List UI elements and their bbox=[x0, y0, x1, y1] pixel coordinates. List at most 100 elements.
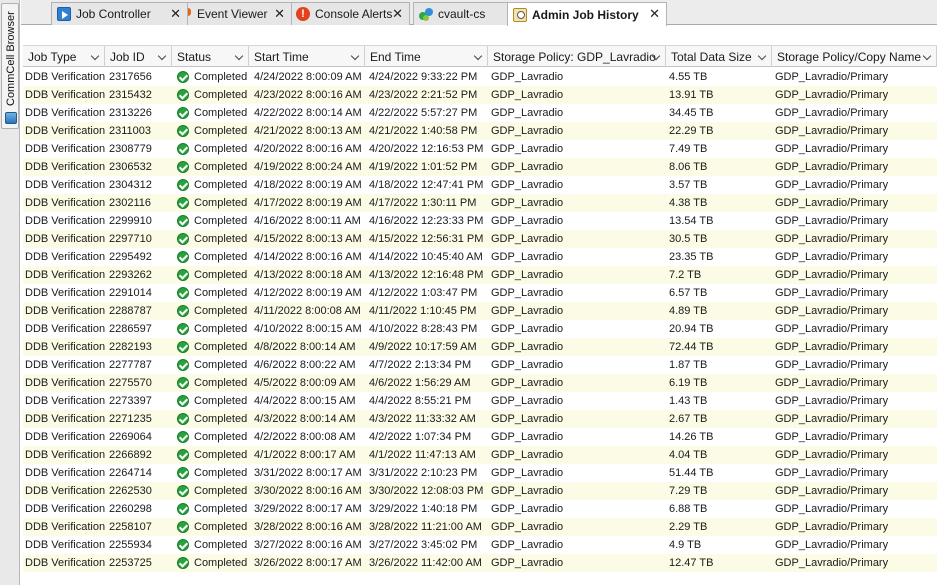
table-row[interactable]: DDB Verification 2273397 Completed 4/4/2022… bbox=[23, 392, 937, 410]
cell-storage-policy: GDP_Lavradio bbox=[491, 161, 564, 173]
table-row[interactable]: DDB Verification 2295492 Completed 4/14/202… bbox=[23, 248, 937, 266]
table-row[interactable]: DDB Verification 2255934 Completed 3/27/202… bbox=[23, 536, 937, 554]
tab-event-viewer[interactable]: Event Viewer ✕ bbox=[172, 2, 292, 25]
close-icon[interactable]: ✕ bbox=[649, 6, 660, 22]
check-circle-icon bbox=[177, 143, 189, 155]
table-row[interactable]: DDB Verification 2306532 Completed 4/19/202… bbox=[23, 158, 937, 176]
column-header-job-id[interactable]: Job ID bbox=[105, 46, 172, 67]
table-row[interactable]: DDB Verification 2293262 Completed 4/13/202… bbox=[23, 266, 937, 284]
table-row[interactable]: DDB Verification 2317656 Completed 4/24/202… bbox=[23, 68, 937, 86]
table-header: Job Type Job ID Status Start Time End Time St… bbox=[23, 45, 937, 67]
column-header-job-type[interactable]: Job Type bbox=[23, 46, 105, 67]
cell-end-time: 3/26/2022 11:42:00 AM bbox=[369, 557, 482, 569]
table-row[interactable]: DDB Verification 2260298 Completed 3/29/202… bbox=[23, 500, 937, 518]
cell-status: Completed bbox=[175, 230, 252, 248]
cell-start-time: 4/3/2022 8:00:14 AM bbox=[254, 413, 356, 425]
cell-job-id: 2288787 bbox=[109, 305, 152, 317]
column-header-copy-name[interactable]: Storage Policy/Copy Name bbox=[772, 46, 937, 67]
chevron-down-icon[interactable] bbox=[922, 51, 932, 61]
cell-status: Completed bbox=[175, 410, 252, 428]
table-row[interactable]: DDB Verification 2313226 Completed 4/22/202… bbox=[23, 104, 937, 122]
close-icon[interactable]: ✕ bbox=[274, 6, 285, 22]
cell-job-type: DDB Verification bbox=[25, 431, 106, 443]
check-circle-icon bbox=[177, 233, 189, 245]
table-row[interactable]: DDB Verification 2264714 Completed 3/31/202… bbox=[23, 464, 937, 482]
cell-job-id: 2308779 bbox=[109, 143, 152, 155]
check-circle-icon bbox=[177, 269, 189, 281]
chevron-down-icon[interactable] bbox=[350, 51, 360, 61]
tab-label: Admin Job History bbox=[532, 7, 639, 22]
cell-storage-policy: GDP_Lavradio bbox=[491, 251, 564, 263]
chevron-down-icon[interactable] bbox=[757, 51, 767, 61]
cell-storage-policy: GDP_Lavradio bbox=[491, 377, 564, 389]
table-row[interactable]: DDB Verification 2262530 Completed 3/30/202… bbox=[23, 482, 937, 500]
table-row[interactable]: DDB Verification 2286597 Completed 4/10/202… bbox=[23, 320, 937, 338]
cell-job-id: 2258107 bbox=[109, 521, 152, 533]
chevron-down-icon[interactable] bbox=[90, 51, 100, 61]
column-header-end-time[interactable]: End Time bbox=[365, 46, 488, 67]
cell-end-time: 4/16/2022 12:23:33 PM bbox=[369, 215, 484, 227]
commcell-browser-tab[interactable]: CommCell Browser bbox=[1, 3, 19, 129]
cell-status: Completed bbox=[175, 446, 252, 464]
table-row[interactable]: DDB Verification 2299910 Completed 4/16/202… bbox=[23, 212, 937, 230]
cell-copy-name: GDP_Lavradio/Primary bbox=[775, 143, 889, 155]
cell-total-data-size: 2.67 TB bbox=[669, 413, 708, 425]
cell-end-time: 4/24/2022 9:33:22 PM bbox=[369, 71, 478, 83]
tab-console-alerts[interactable]: Console Alerts✕ bbox=[290, 2, 410, 25]
tab-admin-job-history[interactable]: Admin Job History ✕ bbox=[507, 2, 667, 26]
cell-job-id: 2313226 bbox=[109, 107, 152, 119]
cell-storage-policy: GDP_Lavradio bbox=[491, 539, 564, 551]
check-circle-icon bbox=[177, 485, 189, 497]
table-row[interactable]: DDB Verification 2266892 Completed 4/1/2022… bbox=[23, 446, 937, 464]
table-row[interactable]: DDB Verification 2277787 Completed 4/6/2022… bbox=[23, 356, 937, 374]
table-row[interactable]: DDB Verification 2291014 Completed 4/12/202… bbox=[23, 284, 937, 302]
table-row[interactable]: DDB Verification 2258107 Completed 3/28/202… bbox=[23, 518, 937, 536]
cell-end-time: 4/14/2022 10:45:40 AM bbox=[369, 251, 483, 263]
cell-total-data-size: 13.91 TB bbox=[669, 89, 714, 101]
cell-job-type: DDB Verification bbox=[25, 341, 106, 353]
cell-total-data-size: 12.47 TB bbox=[669, 557, 714, 569]
cell-start-time: 4/6/2022 8:00:22 AM bbox=[254, 359, 356, 371]
table-row[interactable]: DDB Verification 2311003 Completed 4/21/202… bbox=[23, 122, 937, 140]
cell-status: Completed bbox=[175, 518, 252, 536]
status-text: Completed bbox=[194, 107, 248, 119]
cell-total-data-size: 14.26 TB bbox=[669, 431, 714, 443]
chevron-down-icon[interactable] bbox=[234, 51, 244, 61]
cell-job-type: DDB Verification bbox=[25, 215, 106, 227]
chevron-down-icon[interactable] bbox=[473, 51, 483, 61]
table-row[interactable]: DDB Verification 2308779 Completed 4/20/202… bbox=[23, 140, 937, 158]
cell-job-id: 2282193 bbox=[109, 341, 152, 353]
cell-job-id: 2304312 bbox=[109, 179, 152, 191]
table-row[interactable]: DDB Verification 2315432 Completed 4/23/202… bbox=[23, 86, 937, 104]
table-row[interactable]: DDB Verification 2275570 Completed 4/5/2022… bbox=[23, 374, 937, 392]
table-row[interactable]: DDB Verification 2304312 Completed 4/18/202… bbox=[23, 176, 937, 194]
cell-status: Completed bbox=[175, 428, 252, 446]
column-header-status[interactable]: Status bbox=[172, 46, 249, 67]
column-header-start-time[interactable]: Start Time bbox=[249, 46, 365, 67]
job-controller-icon bbox=[57, 7, 71, 21]
chevron-down-icon[interactable] bbox=[157, 51, 167, 61]
tab-job-controller[interactable]: Job Controller ✕ bbox=[51, 2, 188, 25]
cell-storage-policy: GDP_Lavradio bbox=[491, 269, 564, 281]
cell-job-type: DDB Verification bbox=[25, 233, 106, 245]
cell-copy-name: GDP_Lavradio/Primary bbox=[775, 287, 889, 299]
table-row[interactable]: DDB Verification 2282193 Completed 4/8/2022… bbox=[23, 338, 937, 356]
table-row[interactable]: DDB Verification 2253725 Completed 3/26/202… bbox=[23, 554, 937, 572]
close-icon[interactable]: ✕ bbox=[392, 6, 403, 22]
cell-status: Completed bbox=[175, 320, 252, 338]
table-row[interactable]: DDB Verification 2297710 Completed 4/15/202… bbox=[23, 230, 937, 248]
cell-status: Completed bbox=[175, 554, 252, 572]
table-row[interactable]: DDB Verification 2302116 Completed 4/17/202… bbox=[23, 194, 937, 212]
cell-status: Completed bbox=[175, 248, 252, 266]
close-icon[interactable]: ✕ bbox=[170, 6, 181, 22]
status-text: Completed bbox=[194, 485, 248, 497]
table-row[interactable]: DDB Verification 2269064 Completed 4/2/2022… bbox=[23, 428, 937, 446]
cell-total-data-size: 1.43 TB bbox=[669, 395, 708, 407]
column-header-storage-policy[interactable]: Storage Policy: GDP_Lavradio bbox=[488, 46, 666, 67]
cell-total-data-size: 30.5 TB bbox=[669, 233, 708, 245]
table-row[interactable]: DDB Verification 2288787 Completed 4/11/202… bbox=[23, 302, 937, 320]
cell-start-time: 3/27/2022 8:00:16 AM bbox=[254, 539, 362, 551]
column-header-total-data-size[interactable]: Total Data Size bbox=[666, 46, 772, 67]
table-row[interactable]: DDB Verification 2271235 Completed 4/3/2022… bbox=[23, 410, 937, 428]
cell-copy-name: GDP_Lavradio/Primary bbox=[775, 161, 889, 173]
